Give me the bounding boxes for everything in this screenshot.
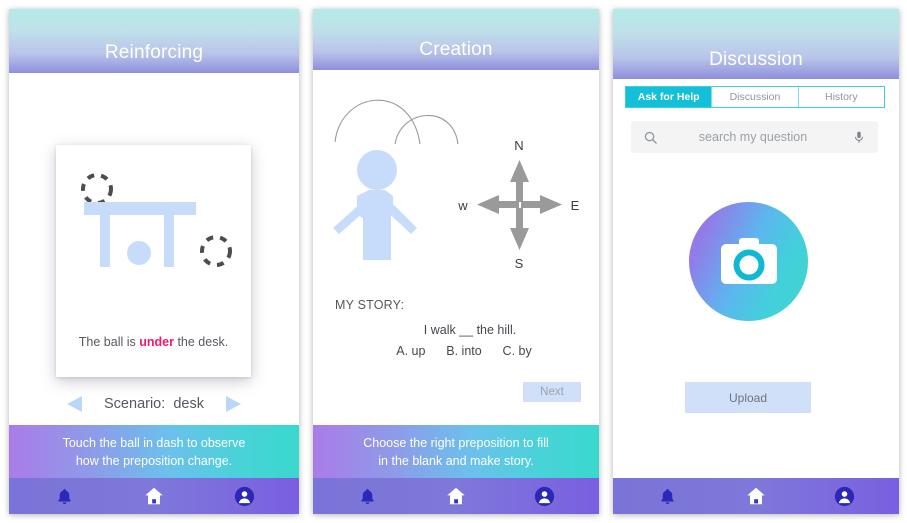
caption: The ball is under the desk. xyxy=(56,335,251,349)
tab-discussion[interactable]: Discussion xyxy=(712,87,799,107)
camera-upload-button[interactable] xyxy=(689,202,808,321)
instruction-line-1: Touch the ball in dash to observe xyxy=(62,435,246,450)
hills-stickfigure-compass-illustration[interactable]: N S E w xyxy=(313,72,599,287)
desk-leg-right xyxy=(164,215,174,267)
prev-scenario-button[interactable] xyxy=(62,391,88,417)
dashed-target-top xyxy=(81,173,113,205)
app-screens-row: Reinforcing The ball is under the desk. … xyxy=(0,0,907,523)
page-title: Discussion xyxy=(709,49,803,70)
content-reinforcing: The ball is under the desk. Scenario: de… xyxy=(9,73,299,425)
next-scenario-button[interactable] xyxy=(220,391,246,417)
stick-figure xyxy=(333,150,417,260)
tab-history[interactable]: History xyxy=(799,87,884,107)
hill-small xyxy=(394,114,459,145)
nav-profile[interactable] xyxy=(825,481,865,511)
phone-screen-reinforcing: Reinforcing The ball is under the desk. … xyxy=(9,9,299,514)
compass-south-label: S xyxy=(515,256,524,271)
header-discussion: Discussion xyxy=(613,9,899,79)
home-icon xyxy=(145,487,163,505)
nav-home[interactable] xyxy=(436,481,476,511)
user-avatar-icon xyxy=(535,486,555,506)
instruction-line-1: Choose the right preposition to fill xyxy=(363,435,549,450)
instruction-banner: Touch the ball in dash to observe how th… xyxy=(9,425,299,478)
upload-button[interactable]: Upload xyxy=(685,382,811,413)
content-discussion: Ask for Help Discussion History search m… xyxy=(613,79,899,478)
story-options[interactable]: A. up B. into C. by xyxy=(335,344,587,358)
tab-ask-for-help[interactable]: Ask for Help xyxy=(626,87,713,107)
bottom-nav xyxy=(9,478,299,514)
header-creation: Creation xyxy=(313,9,599,70)
scenario-label: Scenario: desk xyxy=(104,396,204,412)
nav-notifications[interactable] xyxy=(347,481,387,511)
right-triangle-icon xyxy=(225,396,241,412)
left-triangle-icon xyxy=(67,396,83,412)
home-icon xyxy=(747,487,765,505)
instruction-banner: Choose the right preposition to fill in … xyxy=(313,425,599,478)
instruction-line-2: how the preposition change. xyxy=(75,453,233,468)
desk-leg-left xyxy=(100,215,110,267)
story-sentence: I walk __ the hill. xyxy=(423,323,517,337)
nav-home[interactable] xyxy=(134,481,174,511)
microphone-icon[interactable] xyxy=(852,129,866,146)
desk-with-ball-illustration[interactable] xyxy=(56,163,251,313)
compass-north-label: N xyxy=(514,138,523,153)
caption-suffix: the desk. xyxy=(173,335,229,349)
story-block: MY STORY: I walk __ the hill. A. up B. i… xyxy=(335,298,587,358)
page-title: Creation xyxy=(419,39,493,60)
nav-profile[interactable] xyxy=(224,481,264,511)
bell-icon xyxy=(361,488,374,504)
search-bar[interactable]: search my question xyxy=(631,121,878,153)
tab-bar: Ask for Help Discussion History xyxy=(625,86,885,108)
story-title: MY STORY: xyxy=(335,298,405,312)
camera-icon xyxy=(720,237,777,284)
user-avatar-icon xyxy=(234,486,254,506)
phone-screen-discussion: Discussion Ask for Help Discussion Histo… xyxy=(613,9,899,514)
phone-screen-creation: Creation N S E w MY STORY: I walk __ the… xyxy=(313,9,599,514)
caption-prefix: The ball is xyxy=(78,335,140,349)
dashed-target-right xyxy=(200,235,232,267)
compass-east-label: E xyxy=(571,198,580,213)
home-icon xyxy=(447,487,465,505)
bell-icon xyxy=(57,488,71,504)
scenario-nav: Scenario: desk xyxy=(9,391,299,417)
bell-icon xyxy=(661,488,674,504)
nav-notifications[interactable] xyxy=(647,481,687,511)
nav-notifications[interactable] xyxy=(44,481,84,511)
compass-west-label: w xyxy=(457,198,468,213)
search-input[interactable]: search my question xyxy=(658,130,852,144)
next-button[interactable]: Next xyxy=(523,382,581,402)
instruction-line-2: in the blank and make story. xyxy=(378,453,534,468)
desk-top xyxy=(84,202,196,215)
caption-keyword: under xyxy=(139,335,174,349)
bottom-nav xyxy=(313,478,599,514)
nav-home[interactable] xyxy=(736,481,776,511)
search-icon[interactable] xyxy=(643,130,658,145)
nav-profile[interactable] xyxy=(525,481,565,511)
user-avatar-icon xyxy=(835,486,855,506)
ball xyxy=(127,241,151,265)
content-creation: N S E w MY STORY: I walk __ the hill. A.… xyxy=(313,70,599,425)
bottom-nav xyxy=(613,478,899,514)
scenario-card[interactable]: The ball is under the desk. xyxy=(56,145,251,377)
header-reinforcing: Reinforcing xyxy=(9,9,299,73)
page-title: Reinforcing xyxy=(104,42,204,63)
compass-rose: N S E w xyxy=(457,138,579,271)
